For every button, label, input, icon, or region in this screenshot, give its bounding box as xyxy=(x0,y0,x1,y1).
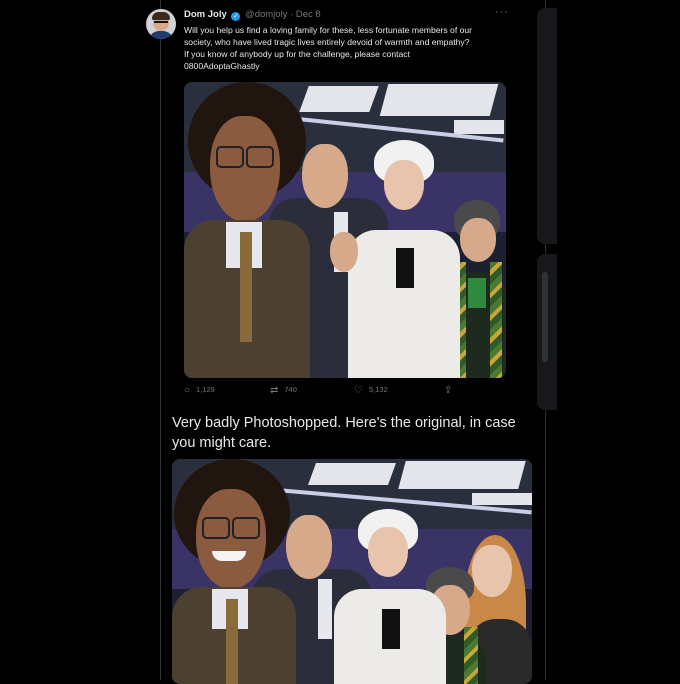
reply-button[interactable]: ○ 1,129 xyxy=(184,385,215,396)
retweet-icon: ⇄ xyxy=(270,385,279,396)
author-handle[interactable]: @domjoly xyxy=(245,9,287,20)
like-button[interactable]: ♡ 5,132 xyxy=(354,385,388,396)
tweet-text-line: society, who have lived tragic lives ent… xyxy=(184,37,470,47)
tweet-text: Will you help us find a loving family fo… xyxy=(184,24,510,72)
like-count: 5,132 xyxy=(368,385,388,394)
tweet-text-line: If you know of anybody up for the challe… xyxy=(184,49,410,59)
reply-text: Very badly Photoshopped. Here's the orig… xyxy=(172,415,516,451)
author-avatar[interactable] xyxy=(146,9,176,39)
sidebar-card[interactable] xyxy=(537,8,557,244)
tweet-date[interactable]: Dec 8 xyxy=(296,9,321,20)
share-icon: ⇪ xyxy=(444,385,453,396)
retweet-button[interactable]: ⇄ 740 xyxy=(270,385,297,396)
tweet-header: Dom Joly ✓ @domjoly · Dec 8 xyxy=(184,9,321,21)
heart-icon: ♡ xyxy=(354,385,363,396)
comment-icon: ○ xyxy=(184,385,191,396)
retweet-count: 740 xyxy=(284,385,297,394)
tweet-text-line: 0800AdoptaGhastly xyxy=(184,61,260,71)
sidebar-scrollbar[interactable] xyxy=(542,272,548,362)
more-options-icon[interactable]: ··· xyxy=(495,6,509,18)
reply-count: 1,129 xyxy=(196,385,215,394)
reply-photo[interactable] xyxy=(172,459,532,684)
verified-badge-icon: ✓ xyxy=(231,12,241,21)
separator-dot: · xyxy=(290,9,294,20)
tweet-photo[interactable] xyxy=(184,82,506,378)
share-button[interactable]: ⇪ xyxy=(444,385,458,396)
tweet-text-line: Will you help us find a loving family fo… xyxy=(184,25,473,35)
author-name[interactable]: Dom Joly xyxy=(184,9,227,20)
